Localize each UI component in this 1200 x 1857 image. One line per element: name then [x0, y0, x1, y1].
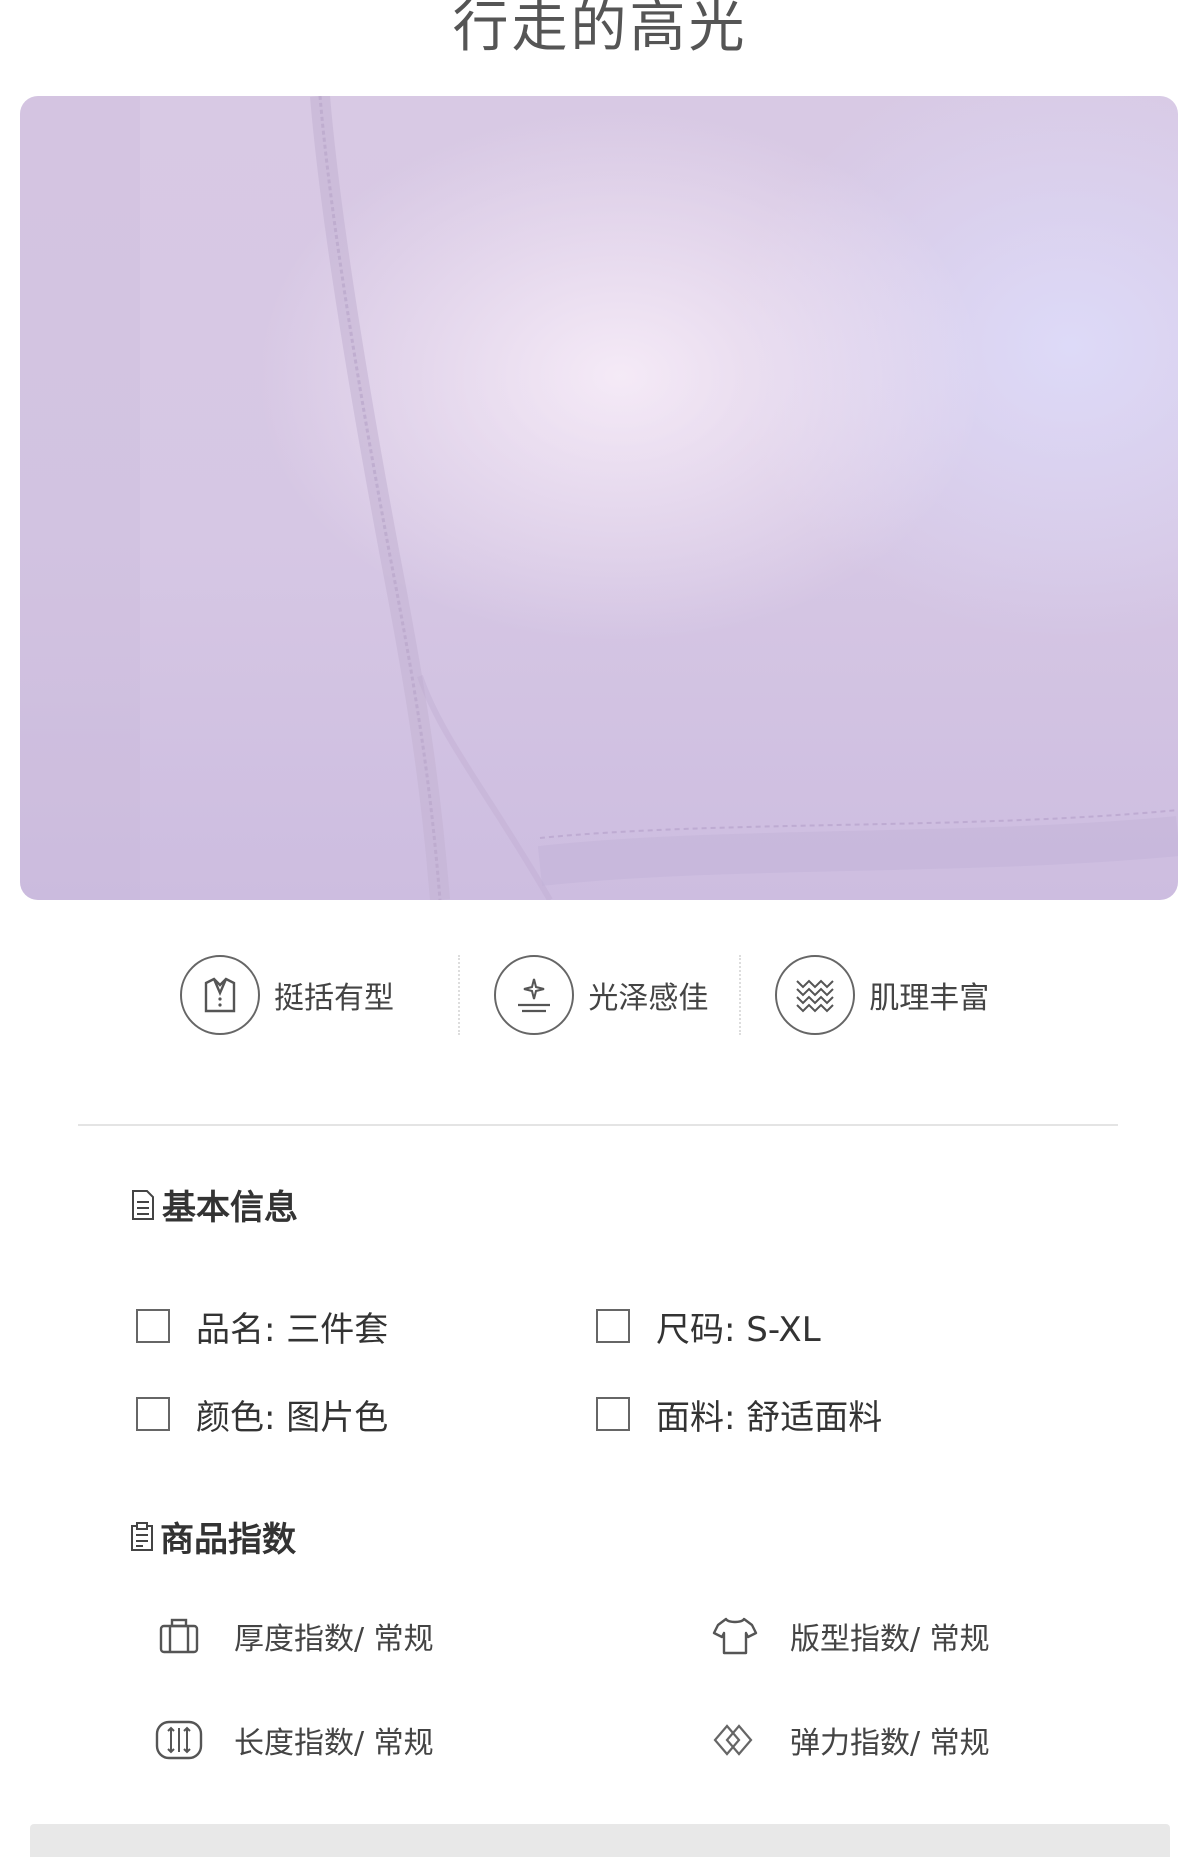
- tshirt-icon: [706, 1611, 764, 1661]
- index-text: 厚度指数/ 常规: [234, 1622, 434, 1657]
- feature-label: 光泽感佳: [588, 981, 709, 1016]
- sparkle-icon: [494, 955, 575, 1035]
- clipboard-icon: [131, 1521, 153, 1551]
- feature-label: 挺括有型: [274, 981, 394, 1016]
- elasticity-icon: [706, 1715, 764, 1765]
- bottom-section-bar: [30, 1824, 1170, 1857]
- index-item-elasticity: 弹力指数/ 常规: [706, 1715, 990, 1765]
- thickness-icon: [150, 1611, 208, 1661]
- basic-info-heading: 基本信息: [130, 1180, 298, 1229]
- length-icon: [150, 1715, 208, 1765]
- checkbox-icon: [596, 1397, 630, 1431]
- document-icon: [132, 1189, 154, 1220]
- product-index-grid: 厚度指数/ 常规 版型指数/ 常规 长度指数/ 常规 弹力指数/ 常规: [150, 1584, 1050, 1792]
- section-divider: [78, 1124, 1118, 1126]
- info-text: 尺码: S-XL: [656, 1309, 821, 1350]
- index-item-length: 长度指数/ 常规: [150, 1715, 706, 1765]
- shirt-collar-icon: [180, 955, 260, 1035]
- feature-item-crisp: 挺括有型: [180, 955, 458, 1035]
- info-item-size: 尺码: S-XL: [596, 1302, 1056, 1351]
- index-item-thickness: 厚度指数/ 常规: [150, 1611, 706, 1661]
- texture-icon: [775, 955, 856, 1035]
- info-text: 颜色: 图片色: [196, 1397, 389, 1438]
- page-title: 行走的高光: [452, 0, 748, 60]
- product-index-title: 商品指数: [160, 1520, 296, 1560]
- feature-item-gloss: 光泽感佳: [458, 955, 739, 1035]
- feature-label: 肌理丰富: [869, 981, 990, 1016]
- product-index-heading: 商品指数: [130, 1512, 296, 1561]
- info-item-name: 品名: 三件套: [136, 1302, 596, 1351]
- checkbox-icon: [596, 1309, 630, 1343]
- product-photo: [20, 96, 1178, 900]
- basic-info-title: 基本信息: [162, 1188, 298, 1228]
- info-text: 面料: 舒适面料: [656, 1397, 883, 1438]
- info-item-color: 颜色: 图片色: [136, 1390, 596, 1439]
- index-text: 弹力指数/ 常规: [790, 1726, 990, 1761]
- info-text: 品名: 三件套: [196, 1309, 389, 1350]
- index-text: 长度指数/ 常规: [234, 1726, 434, 1761]
- checkbox-icon: [136, 1309, 170, 1343]
- checkbox-icon: [136, 1397, 170, 1431]
- info-item-fabric: 面料: 舒适面料: [596, 1390, 1056, 1439]
- basic-info-grid: 品名: 三件套 尺码: S-XL 颜色: 图片色 面料: 舒适面料: [136, 1282, 1056, 1458]
- feature-row: 挺括有型 光泽感佳 肌理丰富: [180, 940, 1020, 1050]
- feature-item-texture: 肌理丰富: [739, 955, 1020, 1035]
- index-item-fit: 版型指数/ 常规: [706, 1611, 990, 1661]
- index-text: 版型指数/ 常规: [790, 1622, 990, 1657]
